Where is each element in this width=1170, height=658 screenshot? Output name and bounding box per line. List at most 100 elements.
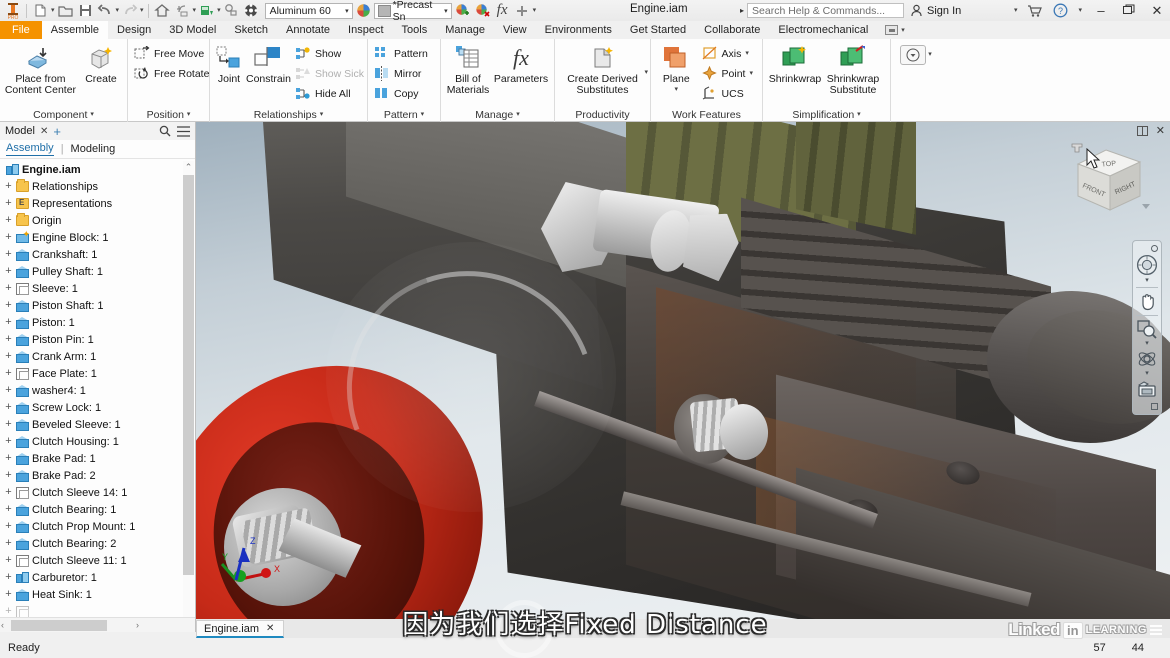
create-component-button[interactable]: Create	[79, 42, 123, 85]
ucs-button[interactable]: UCS	[700, 84, 758, 103]
navigation-bar[interactable]: ▾ ▾ ▾	[1132, 240, 1162, 415]
tab-modeling[interactable]: Modeling	[71, 143, 116, 155]
tab-environments[interactable]: Environments	[536, 21, 621, 39]
add-appearance-icon[interactable]	[453, 1, 472, 20]
tab-annotate[interactable]: Annotate	[277, 21, 339, 39]
panel-label-manage[interactable]: Manage ▾	[441, 107, 554, 122]
chevron-down-icon[interactable]: ▾	[193, 7, 197, 14]
material-selector[interactable]: Aluminum 60 ▾	[264, 2, 353, 19]
pattern-button[interactable]: Pattern	[372, 44, 433, 63]
tree-node-face-plate[interactable]: + Face Plate: 1	[0, 365, 195, 382]
scroll-right-icon[interactable]: ›	[136, 620, 139, 630]
chevron-down-icon[interactable]: ▾	[116, 7, 120, 14]
restore-window-icon[interactable]	[1136, 125, 1148, 136]
help-search[interactable]: ▸ Search Help & Commands...	[740, 3, 905, 18]
hide-all-button[interactable]: Hide All	[293, 84, 369, 103]
chevron-down-icon[interactable]: ▾	[749, 70, 753, 77]
maximize-restore-button[interactable]	[1120, 3, 1138, 18]
scroll-left-icon[interactable]: ‹	[1, 620, 4, 630]
search-input[interactable]: Search Help & Commands...	[747, 3, 905, 18]
tree-node-pulley-shaft[interactable]: + Pulley Shaft: 1	[0, 263, 195, 280]
place-from-content-center-button[interactable]: Place from Content Center	[4, 42, 77, 96]
tree-node-clutch-sleeve-11[interactable]: + Clutch Sleeve 11: 1	[0, 552, 195, 569]
full-navigation-wheel-icon[interactable]	[1134, 254, 1160, 276]
expand-icon[interactable]: +	[4, 385, 13, 396]
expand-icon[interactable]: +	[4, 606, 13, 617]
close-icon[interactable]: ✕	[266, 623, 274, 634]
expand-icon[interactable]: +	[4, 555, 13, 566]
chevron-down-icon[interactable]: ▾	[1078, 7, 1082, 14]
expand-icon[interactable]: +	[4, 351, 13, 362]
sign-in-button[interactable]: Sign In	[910, 4, 961, 17]
shrinkwrap-substitute-button[interactable]: Shrinkwrap Substitute	[825, 42, 881, 96]
update-icon[interactable]	[197, 1, 216, 20]
tab-file[interactable]: File	[0, 21, 42, 39]
expand-icon[interactable]: +	[4, 470, 13, 481]
tree-node-brake-pad-1[interactable]: + Brake Pad: 1	[0, 450, 195, 467]
chevron-right-icon[interactable]: ▸	[740, 6, 744, 15]
appearance-selector[interactable]: *Precast Sn ▾	[373, 0, 452, 23]
home-icon[interactable]	[153, 1, 172, 20]
orbit-icon[interactable]	[1134, 349, 1160, 369]
pan-hand-icon[interactable]	[1134, 291, 1160, 312]
chevron-down-icon[interactable]: ▾	[1014, 7, 1018, 14]
close-button[interactable]: ✕	[1148, 3, 1166, 19]
chevron-down-icon[interactable]: ▾	[187, 111, 191, 118]
parameters-fx-icon[interactable]: fx	[493, 1, 512, 20]
chevron-down-icon[interactable]: ▾	[140, 7, 144, 14]
color-wheel-icon[interactable]	[354, 1, 373, 20]
tree-node-sleeve[interactable]: + Sleeve: 1	[0, 280, 195, 297]
tab-electromechanical[interactable]: Electromechanical	[769, 21, 877, 39]
tree-node-crank-arm[interactable]: + Crank Arm: 1	[0, 348, 195, 365]
tab-inspect[interactable]: Inspect	[339, 21, 392, 39]
panel-label-simplification[interactable]: Simplification ▾	[763, 107, 890, 122]
expand-icon[interactable]: +	[4, 538, 13, 549]
tab-design[interactable]: Design	[108, 21, 160, 39]
tree-node-clutch-sleeve-14[interactable]: + Clutch Sleeve 14: 1	[0, 484, 195, 501]
parameters-button[interactable]: fx Parameters	[493, 42, 549, 85]
redo-icon[interactable]	[120, 1, 139, 20]
add-to-qat-icon[interactable]	[513, 1, 532, 20]
panel-label-position[interactable]: Position ▾	[128, 107, 209, 122]
panel-label-relationships[interactable]: Relationships ▾	[210, 107, 367, 122]
tree-node-beveled-sleeve[interactable]: + Beveled Sleeve: 1	[0, 416, 195, 433]
expand-icon[interactable]: +	[4, 334, 13, 345]
chevron-down-icon[interactable]: ▾	[901, 27, 905, 34]
chevron-down-icon[interactable]: ▾	[421, 111, 425, 118]
tree-node-clutch-prop-mount[interactable]: + Clutch Prop Mount: 1	[0, 518, 195, 535]
constrain-button[interactable]: Constrain	[246, 42, 291, 85]
work-point-button[interactable]: Point ▾	[700, 64, 758, 83]
expand-icon[interactable]: +	[4, 419, 13, 430]
tree-node-carburetor[interactable]: + Carburetor: 1	[0, 569, 195, 586]
search-icon[interactable]	[159, 125, 171, 137]
view-cube[interactable]: TOP FRONT RIGHT	[1066, 140, 1152, 226]
tree-node-washer4[interactable]: + washer4: 1	[0, 382, 195, 399]
tree-node-crankshaft[interactable]: + Crankshaft: 1	[0, 246, 195, 263]
ribbon-minimize-icon[interactable]	[885, 25, 899, 35]
hamburger-menu-icon[interactable]	[177, 125, 190, 137]
save-icon[interactable]	[76, 1, 95, 20]
remove-appearance-icon[interactable]	[473, 1, 492, 20]
select-icon[interactable]	[222, 1, 241, 20]
browser-vertical-scrollbar[interactable]: ⌃ ⌄	[183, 161, 194, 617]
panel-label-pattern[interactable]: Pattern ▾	[368, 107, 440, 122]
chevron-down-icon[interactable]: ▾	[51, 7, 55, 14]
add-tab-icon[interactable]: +	[53, 124, 61, 139]
help-icon[interactable]: ?	[1053, 3, 1068, 18]
chevron-down-icon[interactable]: ▾	[1145, 370, 1149, 377]
return-icon[interactable]	[173, 1, 192, 20]
tab-view[interactable]: View	[494, 21, 536, 39]
expand-icon[interactable]: +	[4, 232, 13, 243]
look-at-icon[interactable]	[1134, 379, 1160, 399]
close-icon[interactable]: ✕	[40, 126, 48, 137]
expand-icon[interactable]: +	[4, 589, 13, 600]
tab-sketch[interactable]: Sketch	[225, 21, 277, 39]
create-derived-substitutes-button[interactable]: Create Derived Substitutes ▾	[565, 42, 648, 96]
chevron-down-icon[interactable]: ▾	[516, 111, 520, 118]
browser-horizontal-scrollbar[interactable]: ‹ ›	[0, 617, 195, 632]
document-tab-engine[interactable]: Engine.iam ✕	[196, 620, 284, 638]
tab-get-started[interactable]: Get Started	[621, 21, 695, 39]
undo-icon[interactable]	[96, 1, 115, 20]
expand-icon[interactable]: +	[4, 266, 13, 277]
new-file-icon[interactable]	[31, 1, 50, 20]
